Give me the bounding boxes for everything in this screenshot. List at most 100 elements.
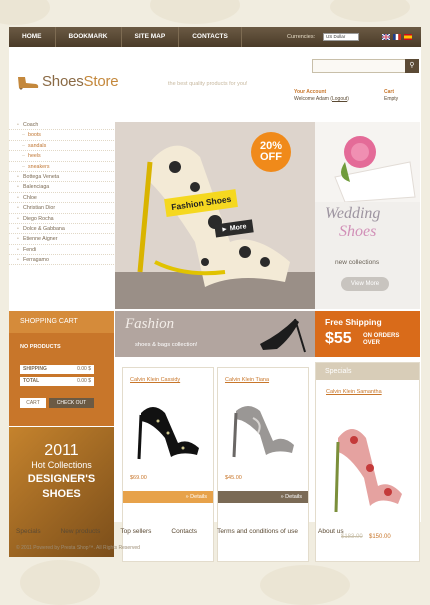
top-bar: HOME BOOKMARK SITE MAP CONTACTS Currenci… (9, 27, 421, 47)
logo-text: ShoesStore (42, 73, 119, 90)
account-title[interactable]: Your Account (294, 89, 349, 96)
copyright: © 2011 Powered by Presta Shop™. All Righ… (16, 545, 140, 551)
shipping-label: SHIPPING (23, 366, 47, 372)
cart-summary[interactable]: Cart Empty (384, 89, 398, 103)
details-button[interactable]: » Details (218, 491, 308, 503)
fashion-banner-subtitle: shoes & bags collection! (135, 342, 198, 348)
footer-new-products[interactable]: New products (61, 528, 101, 535)
flag-en-icon[interactable] (382, 34, 390, 40)
currencies-label: Currencies: (287, 34, 316, 40)
shopping-cart-title: SHOPPING CART (9, 311, 114, 333)
welcome-text: Welcome Adam ( (294, 96, 332, 102)
category-item[interactable]: Christian Dior (9, 203, 114, 214)
free-shipping-line-1: ON ORDERS (363, 333, 400, 339)
welcome-close: ) (347, 96, 349, 102)
subcategory-item[interactable]: heels (9, 151, 114, 162)
product-name[interactable]: Calvin Klein Tiana (225, 377, 269, 383)
subcategory-item[interactable]: boots (9, 130, 114, 141)
cart-title: Cart (384, 89, 395, 95)
product-name[interactable]: Calvin Klein Cassidy (130, 377, 180, 383)
free-shipping-note: ON ORDERS OVER (363, 333, 399, 347)
flag-fr-icon[interactable] (393, 34, 401, 40)
cart-no-products: NO PRODUCTS (20, 344, 61, 350)
product-image[interactable] (228, 393, 300, 463)
special-old-price: $183.00 (341, 534, 363, 540)
main-nav: HOME BOOKMARK SITE MAP CONTACTS (9, 27, 242, 47)
flag-es-icon[interactable] (404, 34, 412, 40)
footer-about-us[interactable]: About us (318, 528, 344, 535)
logo-part-1: Shoes (42, 73, 84, 90)
total-value: 0.00 $ (77, 378, 91, 384)
more-label: More (229, 223, 247, 233)
logout-link[interactable]: Logout (332, 96, 347, 102)
logo[interactable]: ShoesStore (16, 73, 119, 90)
category-item[interactable]: Coach (9, 120, 114, 131)
category-item[interactable]: Dolce & Gabbana (9, 224, 114, 235)
cart-button[interactable]: CART (20, 398, 46, 408)
rose-image (315, 122, 420, 203)
wedding-title-1: Wedding (325, 205, 381, 222)
promo-line-2: DESIGNER'S (27, 473, 96, 485)
heel-image (260, 318, 306, 353)
special-product-image[interactable] (330, 408, 406, 518)
subcategory-item[interactable]: sneakers (9, 162, 114, 172)
shopping-cart-block: SHOPPING CART NO PRODUCTS SHIPPING 0.00 $… (9, 311, 114, 426)
promo-year: 2011 (44, 442, 79, 459)
cart-total-row: TOTAL 0.00 $ (20, 377, 94, 386)
free-shipping-banner[interactable]: Free Shipping $55 ON ORDERS OVER (315, 311, 420, 357)
category-item[interactable]: Fendi (9, 245, 114, 256)
category-list: CoachbootssandalsheelssneakersBottega Ve… (9, 120, 114, 266)
category-item[interactable]: Balenciaga (9, 182, 114, 193)
cart-shipping-row: SHIPPING 0.00 $ (20, 365, 94, 374)
category-item[interactable]: Diego Rocha (9, 214, 114, 224)
footer-top-sellers[interactable]: Top sellers (120, 528, 151, 535)
account-block: Your Account Welcome Adam (Logout) (294, 89, 349, 103)
footer-specials[interactable]: Specials (16, 528, 41, 535)
category-item[interactable]: Chloe (9, 193, 114, 204)
fashion-banner-title: Fashion (125, 316, 175, 332)
language-flags (382, 34, 412, 40)
footer-terms[interactable]: Terms and conditions of use (217, 528, 298, 535)
free-shipping-amount: $55 (325, 330, 352, 347)
specials-title: Specials (316, 363, 419, 380)
wedding-banner[interactable]: Wedding Shoes new collections View More (315, 122, 420, 309)
nav-site-map[interactable]: SITE MAP (122, 27, 180, 47)
promo-line-3: SHOES (42, 488, 81, 500)
shoe-logo-icon (18, 76, 39, 90)
product-image[interactable] (133, 393, 205, 463)
tagline: the best quality products for you! (168, 81, 248, 87)
shipping-value: 0.00 $ (77, 366, 91, 372)
fashion-banner[interactable]: Fashion shoes & bags collection! (115, 311, 315, 357)
search-icon[interactable]: ⚲ (405, 59, 419, 73)
nav-home[interactable]: HOME (9, 27, 56, 47)
hero-banner[interactable]: 20% OFF Fashion Shoes ► More (115, 122, 315, 309)
footer-nav: Specials New products Top sellers Contac… (9, 528, 344, 535)
nav-bookmark[interactable]: BOOKMARK (56, 27, 122, 47)
product-price: $69.00 (130, 475, 147, 481)
product-price: $45.00 (225, 475, 242, 481)
badge-off: OFF (260, 151, 282, 163)
logo-part-2: Store (83, 73, 119, 90)
details-button[interactable]: » Details (123, 491, 213, 503)
category-item[interactable]: Bottega Veneta (9, 172, 114, 183)
free-shipping-line-2: OVER (363, 340, 381, 346)
nav-contacts[interactable]: CONTACTS (179, 27, 242, 47)
account-welcome: Welcome Adam (Logout) (294, 96, 349, 103)
promo-line-1: Hot Collections (31, 460, 92, 470)
wedding-subtitle: new collections (335, 259, 380, 266)
wedding-title-2: Shoes (339, 223, 377, 240)
checkout-button[interactable]: CHECK OUT (49, 398, 94, 408)
category-item[interactable]: Ferragamo (9, 255, 114, 266)
main-panel: ShoesStore the best quality products for… (9, 47, 421, 562)
view-more-button[interactable]: View More (341, 277, 389, 291)
search-box[interactable]: ⚲ (312, 59, 419, 73)
hot-collections-banner[interactable]: 2011 Hot Collections DESIGNER'S SHOES (9, 427, 114, 557)
subcategory-item[interactable]: sandals (9, 141, 114, 152)
category-item[interactable]: Etienne Aigner (9, 234, 114, 245)
currency-select[interactable]: US Dollar (323, 33, 359, 41)
special-new-price: $150.00 (369, 534, 391, 540)
wedding-title: Wedding Shoes (325, 205, 380, 241)
total-label: TOTAL (23, 378, 40, 384)
special-product-name[interactable]: Calvin Klein Samantha (326, 389, 382, 395)
footer-contacts[interactable]: Contacts (171, 528, 197, 535)
